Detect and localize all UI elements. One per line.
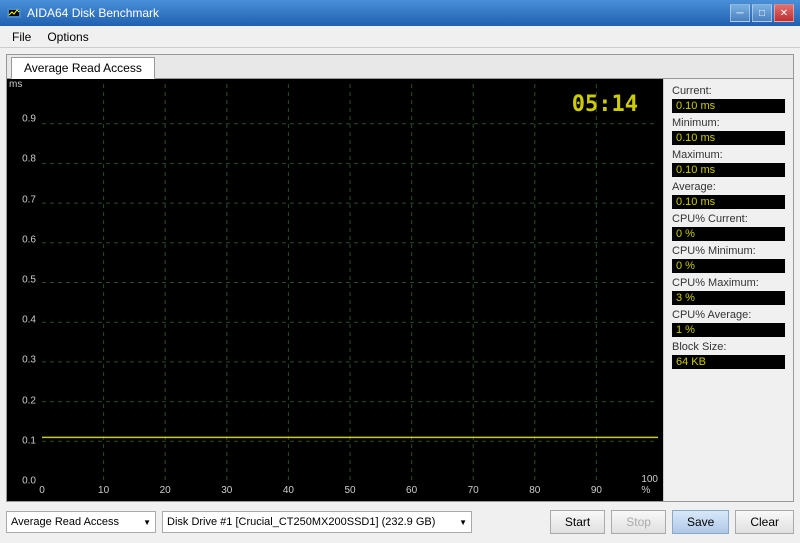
disk-dropdown-value: Disk Drive #1 [Crucial_CT250MX200SSD1] (…	[167, 516, 435, 528]
graph-container: ms 0.9 0.8 0.7 0.6 0.5 0.4 0.3 0.2 0.1 0…	[7, 79, 793, 501]
menu-file[interactable]: File	[4, 28, 39, 46]
x-label-20: 20	[160, 485, 171, 496]
maximize-button[interactable]: □	[752, 4, 772, 22]
clear-button[interactable]: Clear	[735, 510, 794, 534]
cpu-minimum-value: 0 %	[672, 259, 785, 273]
cpu-minimum-label: CPU% Minimum:	[672, 245, 785, 257]
disk-dropdown[interactable]: Disk Drive #1 [Crucial_CT250MX200SSD1] (…	[162, 511, 472, 533]
y-label-04: 0.4	[22, 315, 36, 326]
y-label-09: 0.9	[22, 114, 36, 125]
cpu-average-label: CPU% Average:	[672, 309, 785, 321]
stats-panel: Current: 0.10 ms Minimum: 0.10 ms Maximu…	[663, 79, 793, 501]
x-label-50: 50	[344, 485, 355, 496]
maximum-label: Maximum:	[672, 149, 785, 161]
x-label-10: 10	[98, 485, 109, 496]
cpu-maximum-value: 3 %	[672, 291, 785, 305]
stop-button[interactable]: Stop	[611, 510, 666, 534]
tab-average-read-access[interactable]: Average Read Access	[11, 57, 155, 79]
close-button[interactable]: ✕	[774, 4, 794, 22]
current-label: Current:	[672, 85, 785, 97]
tab-header: Average Read Access	[7, 55, 793, 79]
menu-options[interactable]: Options	[39, 28, 96, 46]
y-label-00: 0.0	[22, 476, 36, 487]
y-label-02: 0.2	[22, 395, 36, 406]
block-size-value: 64 KB	[672, 355, 785, 369]
average-value: 0.10 ms	[672, 195, 785, 209]
disk-dropdown-arrow: ▼	[459, 518, 467, 527]
benchmark-dropdown-value: Average Read Access	[11, 516, 119, 528]
average-label: Average:	[672, 181, 785, 193]
title-bar-left: AIDA64 Disk Benchmark	[6, 5, 159, 21]
graph-inner: 05:14 0 10 20 30 40 50 60 70 80 90	[42, 84, 658, 481]
x-label-100: 100 %	[641, 474, 658, 496]
bottom-bar: Average Read Access ▼ Disk Drive #1 [Cru…	[6, 507, 794, 537]
main-content: Average Read Access ms 0.9 0.8 0.7 0.6 0…	[0, 48, 800, 543]
y-label-05: 0.5	[22, 275, 36, 286]
y-label-06: 0.6	[22, 234, 36, 245]
tab-panel: Average Read Access ms 0.9 0.8 0.7 0.6 0…	[6, 54, 794, 502]
minimum-value: 0.10 ms	[672, 131, 785, 145]
app-icon	[6, 5, 22, 21]
cpu-average-value: 1 %	[672, 323, 785, 337]
x-label-60: 60	[406, 485, 417, 496]
x-label-80: 80	[529, 485, 540, 496]
cpu-current-value: 0 %	[672, 227, 785, 241]
graph-area: ms 0.9 0.8 0.7 0.6 0.5 0.4 0.3 0.2 0.1 0…	[7, 79, 663, 501]
start-button[interactable]: Start	[550, 510, 605, 534]
x-label-0: 0	[39, 485, 45, 496]
y-label-08: 0.8	[22, 154, 36, 165]
cpu-maximum-label: CPU% Maximum:	[672, 277, 785, 289]
block-size-label: Block Size:	[672, 341, 785, 353]
x-label-70: 70	[468, 485, 479, 496]
y-label-03: 0.3	[22, 355, 36, 366]
y-label-01: 0.1	[22, 435, 36, 446]
y-label-07: 0.7	[22, 194, 36, 205]
benchmark-dropdown[interactable]: Average Read Access ▼	[6, 511, 156, 533]
timer-display: 05:14	[572, 92, 638, 117]
x-axis: 0 10 20 30 40 50 60 70 80 90 100 %	[42, 481, 658, 499]
menu-bar: File Options	[0, 26, 800, 48]
current-value: 0.10 ms	[672, 99, 785, 113]
minimize-button[interactable]: ─	[730, 4, 750, 22]
save-button[interactable]: Save	[672, 510, 729, 534]
window-title: AIDA64 Disk Benchmark	[27, 6, 159, 20]
y-axis: 0.9 0.8 0.7 0.6 0.5 0.4 0.3 0.2 0.1 0.0	[7, 79, 40, 481]
x-label-30: 30	[221, 485, 232, 496]
x-label-40: 40	[283, 485, 294, 496]
cpu-current-label: CPU% Current:	[672, 213, 785, 225]
x-label-90: 90	[591, 485, 602, 496]
maximum-value: 0.10 ms	[672, 163, 785, 177]
benchmark-dropdown-arrow: ▼	[143, 518, 151, 527]
graph-svg	[42, 84, 658, 481]
title-bar: AIDA64 Disk Benchmark ─ □ ✕	[0, 0, 800, 26]
minimum-label: Minimum:	[672, 117, 785, 129]
window-controls: ─ □ ✕	[730, 4, 794, 22]
